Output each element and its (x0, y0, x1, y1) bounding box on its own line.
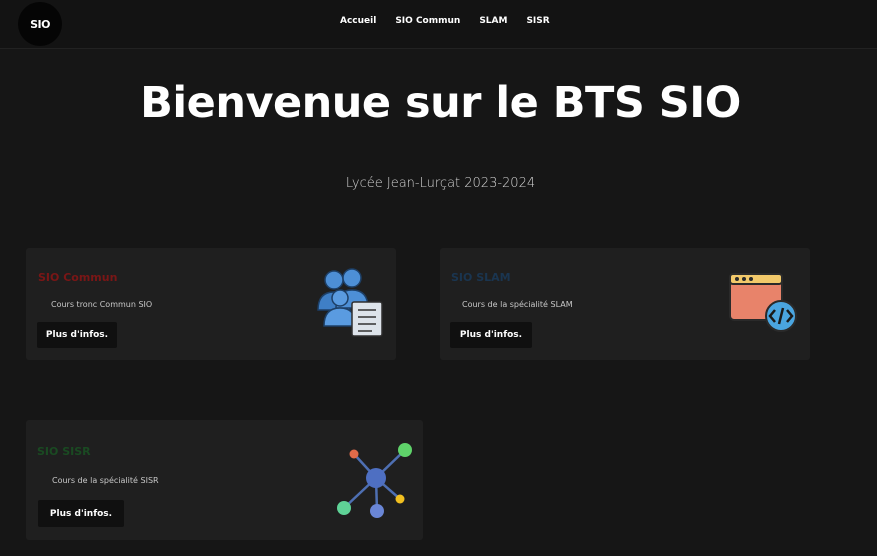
navbar: SIO Accueil SIO Commun SLAM SISR (0, 0, 877, 49)
nav-link-slam[interactable]: SLAM (479, 16, 507, 26)
nav-links: Accueil SIO Commun SLAM SISR (340, 16, 550, 26)
card-title: SIO SISR (37, 445, 91, 458)
card-description: Cours de la spécialité SISR (52, 476, 159, 485)
more-info-button[interactable]: Plus d'infos. (37, 322, 117, 348)
logo[interactable]: SIO (18, 2, 62, 46)
network-nodes-icon (337, 443, 412, 518)
hero-title: Bienvenue sur le BTS SIO (140, 78, 741, 128)
nav-link-sisr[interactable]: SISR (526, 16, 549, 26)
logo-text: SIO (30, 17, 50, 31)
card-sio-commun: SIO Commun Cours tronc Commun SIO Plus d… (26, 248, 396, 360)
more-info-button[interactable]: Plus d'infos. (450, 322, 532, 348)
nav-link-sio-commun[interactable]: SIO Commun (395, 16, 460, 26)
card-title: SIO SLAM (451, 271, 511, 284)
card-sio-sisr: SIO SISR Cours de la spécialité SISR Plu… (26, 420, 423, 540)
card-sio-slam: SIO SLAM Cours de la spécialité SLAM Plu… (440, 248, 810, 360)
users-checklist-icon (317, 268, 383, 337)
code-window-icon (729, 273, 797, 332)
hero-subtitle: Lycée Jean-Lurçat 2023-2024 (345, 176, 536, 191)
card-title: SIO Commun (38, 271, 118, 284)
card-description: Cours tronc Commun SIO (51, 300, 153, 309)
more-info-button[interactable]: Plus d'infos. (38, 500, 124, 527)
page: SIO Accueil SIO Commun SLAM SISR Bienven… (0, 0, 877, 556)
card-description: Cours de la spécialité SLAM (462, 300, 573, 309)
nav-link-accueil[interactable]: Accueil (340, 16, 376, 26)
